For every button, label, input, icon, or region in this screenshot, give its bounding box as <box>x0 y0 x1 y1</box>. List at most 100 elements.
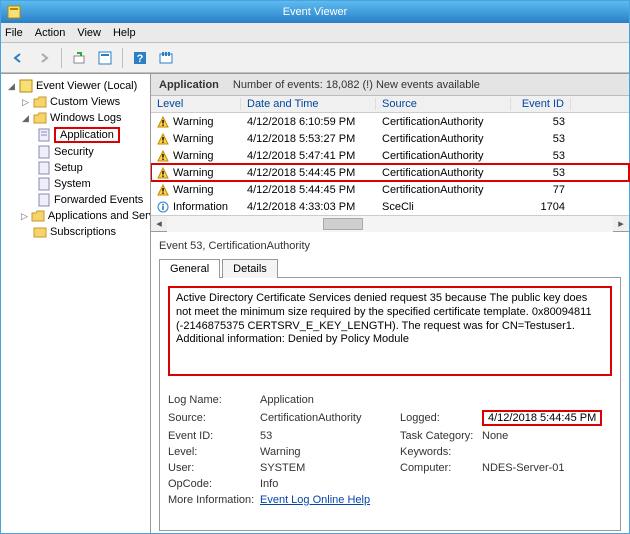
table-row[interactable]: Warning 4/12/2018 5:44:45 PMCertification… <box>151 164 629 181</box>
tab-details[interactable]: Details <box>222 259 278 278</box>
pane-header-count: Number of events: 18,082 (!) New events … <box>233 79 480 91</box>
log-icon <box>37 128 51 142</box>
value-computer: NDES-Server-01 <box>482 462 612 474</box>
table-row[interactable]: Warning 4/12/2018 5:47:41 PMCertification… <box>151 147 629 164</box>
cell-datetime: 4/12/2018 4:33:03 PM <box>241 201 376 213</box>
warning-icon <box>157 116 169 128</box>
warning-icon <box>157 184 169 196</box>
toolbar-separator <box>61 48 62 68</box>
expand-icon[interactable]: ▷ <box>21 97 30 108</box>
horizontal-scrollbar[interactable]: ◂ ▸ <box>151 215 629 231</box>
content-pane: Application Number of events: 18,082 (!)… <box>151 74 629 533</box>
link-moreinfo[interactable]: Event Log Online Help <box>260 494 370 506</box>
table-row[interactable]: Warning4/12/2018 5:44:45 PMCertification… <box>151 181 629 198</box>
col-eventid[interactable]: Event ID <box>511 98 571 110</box>
expand-icon[interactable]: ◢ <box>21 113 30 124</box>
properties-button[interactable] <box>94 47 116 69</box>
cell-datetime: 4/12/2018 6:10:59 PM <box>241 116 376 128</box>
tree-custom-views[interactable]: ▷ Custom Views <box>1 94 150 110</box>
tree-apps-services[interactable]: ▷ Applications and Services Logs <box>1 208 150 224</box>
cell-source: CertificationAuthority <box>376 184 511 196</box>
action-button[interactable] <box>68 47 90 69</box>
expand-icon[interactable]: ▷ <box>21 211 28 222</box>
scroll-right-icon[interactable]: ▸ <box>613 216 629 232</box>
label-moreinfo: More Information: <box>168 494 260 506</box>
scroll-thumb[interactable] <box>323 218 363 230</box>
event-viewer-window: Event Viewer File Action View Help ? ◢ E… <box>0 0 630 534</box>
log-icon <box>37 177 51 191</box>
value-logname: Application <box>260 394 400 406</box>
log-icon <box>37 193 51 207</box>
tree-subscriptions[interactable]: Subscriptions <box>1 224 150 240</box>
export-button[interactable] <box>155 47 177 69</box>
cell-source: SceCli <box>376 201 511 213</box>
help-button[interactable]: ? <box>129 47 151 69</box>
menu-file[interactable]: File <box>5 27 23 39</box>
scroll-track[interactable] <box>167 216 613 232</box>
tab-general-body: Active Directory Certificate Services de… <box>159 278 621 531</box>
menu-action[interactable]: Action <box>35 27 66 39</box>
value-eventid: 53 <box>260 430 400 442</box>
cell-eventid: 53 <box>511 150 571 162</box>
cell-level: Warning <box>173 167 214 179</box>
label-taskcat: Task Category: <box>400 430 482 442</box>
table-row[interactable]: Warning 4/12/2018 6:10:59 PMCertification… <box>151 113 629 130</box>
folder-icon <box>31 209 45 223</box>
subscriptions-icon <box>33 225 47 239</box>
tree-item-setup[interactable]: Setup <box>1 160 150 176</box>
detail-tabs: General Details <box>159 258 621 278</box>
value-source: CertificationAuthority <box>260 412 400 424</box>
event-metadata: Log Name: Application Source: Certificat… <box>168 394 612 506</box>
label-eventid: Event ID: <box>168 430 260 442</box>
tree-root[interactable]: ◢ Event Viewer (Local) <box>1 78 150 94</box>
tree-pane: ◢ Event Viewer (Local) ▷ Custom Views ◢ … <box>1 74 151 533</box>
col-datetime[interactable]: Date and Time <box>241 98 376 110</box>
cell-source: CertificationAuthority <box>376 150 511 162</box>
warning-icon <box>157 150 169 162</box>
cell-level: Warning <box>173 116 214 128</box>
tree-windows-logs[interactable]: ◢ Windows Logs <box>1 110 150 126</box>
cell-level: Warning <box>173 150 214 162</box>
label-opcode: OpCode: <box>168 478 260 490</box>
cell-datetime: 4/12/2018 5:44:45 PM <box>241 167 376 179</box>
menu-view[interactable]: View <box>77 27 101 39</box>
cell-source: CertificationAuthority <box>376 116 511 128</box>
info-icon <box>157 201 169 213</box>
titlebar: Event Viewer <box>1 1 629 23</box>
label-source: Source: <box>168 412 260 424</box>
expand-icon[interactable]: ◢ <box>7 81 16 92</box>
tree-item-security[interactable]: Security <box>1 144 150 160</box>
table-row[interactable]: Information4/12/2018 4:33:03 PMSceCli170… <box>151 198 629 215</box>
value-taskcat: None <box>482 430 612 442</box>
cell-datetime: 4/12/2018 5:47:41 PM <box>241 150 376 162</box>
cell-source: CertificationAuthority <box>376 167 511 179</box>
tree-item-forwarded[interactable]: Forwarded Events <box>1 192 150 208</box>
app-icon <box>7 5 21 19</box>
detail-pane: Event 53, CertificationAuthority General… <box>151 231 629 533</box>
cell-datetime: 4/12/2018 5:53:27 PM <box>241 133 376 145</box>
menubar: File Action View Help <box>1 23 629 43</box>
label-logged: Logged: <box>400 412 482 424</box>
menu-help[interactable]: Help <box>113 27 136 39</box>
value-logged: 4/12/2018 5:44:45 PM <box>482 410 602 426</box>
value-opcode: Info <box>260 478 400 490</box>
back-button[interactable] <box>7 47 29 69</box>
value-level: Warning <box>260 446 400 458</box>
svg-text:?: ? <box>137 53 144 65</box>
grid-header: Level Date and Time Source Event ID <box>151 96 629 113</box>
tree-item-application[interactable]: Application <box>1 126 150 144</box>
label-user: User: <box>168 462 260 474</box>
cell-level: Warning <box>173 184 214 196</box>
value-user: SYSTEM <box>260 462 400 474</box>
table-row[interactable]: Warning4/12/2018 5:53:27 PMCertification… <box>151 130 629 147</box>
tab-general[interactable]: General <box>159 259 220 278</box>
tree-item-system[interactable]: System <box>1 176 150 192</box>
forward-button[interactable] <box>33 47 55 69</box>
col-level[interactable]: Level <box>151 98 241 110</box>
col-source[interactable]: Source <box>376 98 511 110</box>
folder-icon <box>33 95 47 109</box>
scroll-left-icon[interactable]: ◂ <box>151 216 167 232</box>
warning-icon <box>157 133 169 145</box>
eventviewer-icon <box>19 79 33 93</box>
warning-icon <box>157 167 169 179</box>
